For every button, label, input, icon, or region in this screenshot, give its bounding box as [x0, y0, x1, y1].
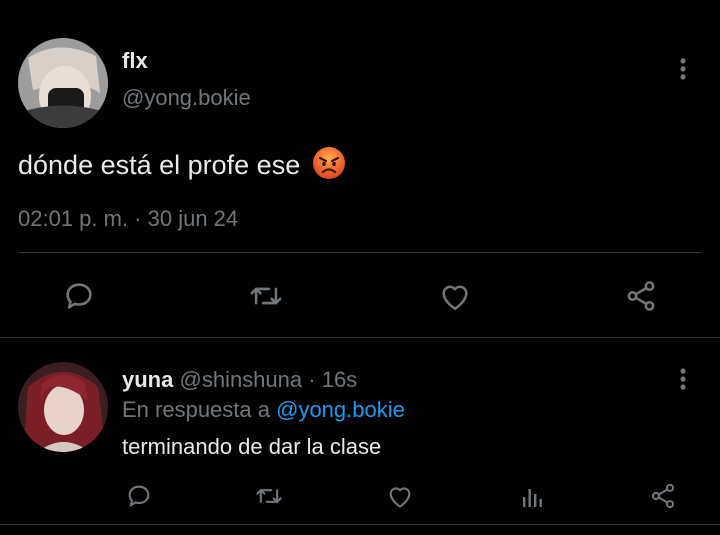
share-icon[interactable]	[620, 276, 662, 316]
reply-reply-icon[interactable]	[122, 480, 156, 512]
reply-text: terminando de dar la clase	[122, 434, 382, 459]
retweet-icon[interactable]	[244, 276, 288, 316]
author-avatar[interactable]	[18, 38, 108, 128]
author-name[interactable]: flx	[122, 48, 148, 74]
reply-author-handle[interactable]: @shinshuna	[179, 367, 302, 392]
in-reply-to: En respuesta a @yong.bokie	[122, 397, 405, 423]
heart-icon[interactable]	[434, 276, 476, 316]
reply-share-icon[interactable]	[646, 480, 680, 512]
reply-separator: ·	[308, 367, 316, 392]
reply-views-icon[interactable]	[515, 480, 549, 512]
author-handle[interactable]: @yong.bokie	[122, 85, 251, 111]
tweet-text: dónde está el profe ese	[18, 146, 346, 187]
in-reply-to-handle[interactable]: @yong.bokie	[276, 397, 405, 422]
divider-top	[18, 252, 702, 253]
divider-reply-bottom	[0, 524, 720, 525]
more-options-icon[interactable]	[672, 56, 694, 82]
divider-bottom	[0, 337, 720, 338]
angry-face-icon	[312, 146, 346, 187]
reply-more-options-icon[interactable]	[672, 366, 694, 392]
reply-icon[interactable]	[58, 276, 100, 316]
reply-header: yuna @shinshuna · 16s	[122, 367, 357, 393]
tweet-timestamp[interactable]: 02:01 p. m. · 30 jun 24	[18, 206, 238, 232]
reply-heart-icon[interactable]	[383, 480, 417, 512]
reply-retweet-icon[interactable]	[252, 480, 286, 512]
reply-avatar[interactable]	[18, 362, 108, 452]
tweet-text-body: dónde está el profe ese	[18, 150, 301, 180]
reply-author-name[interactable]: yuna	[122, 367, 173, 392]
reply-time[interactable]: 16s	[322, 367, 357, 392]
in-reply-to-prefix: En respuesta a	[122, 397, 270, 422]
